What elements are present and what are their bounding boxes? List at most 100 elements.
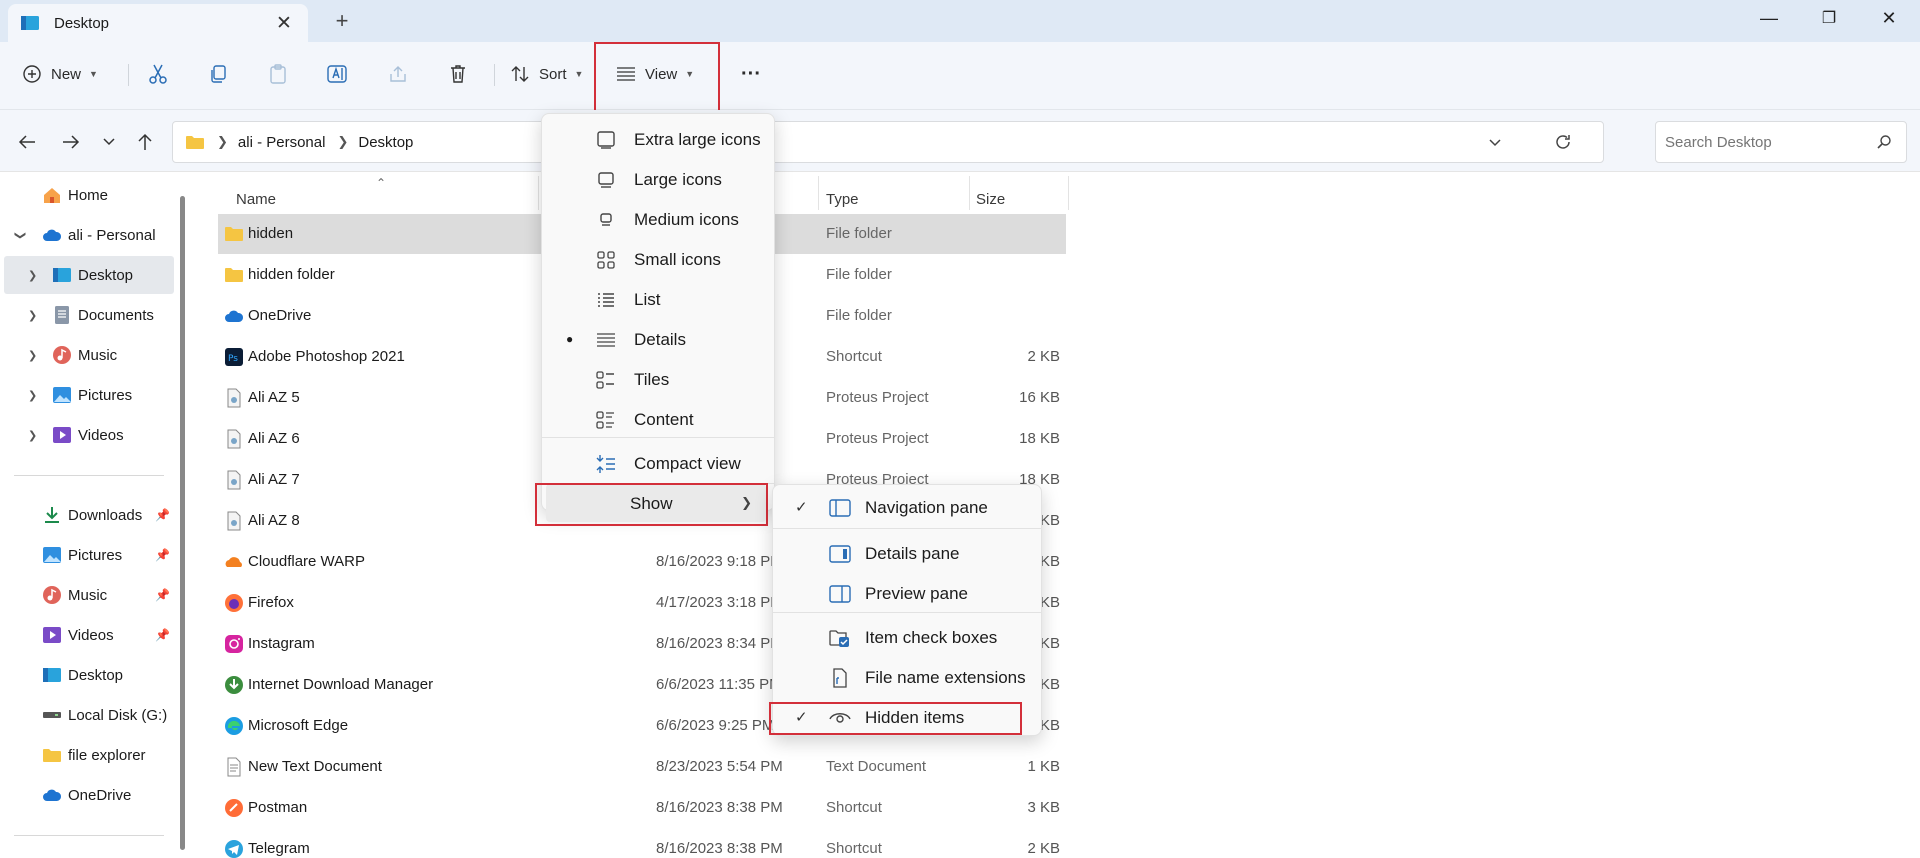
menu-item-preview-pane[interactable]: Preview pane — [777, 575, 1037, 613]
paste-button[interactable] — [264, 56, 292, 92]
chevron-down-icon: ▼ — [574, 69, 584, 79]
chevron-right-icon[interactable]: ❯ — [28, 349, 37, 362]
pin-icon[interactable]: 📌 — [155, 588, 170, 602]
file-name: Postman — [248, 799, 308, 816]
file-type: Proteus Project — [826, 430, 929, 447]
rename-button[interactable] — [324, 56, 352, 92]
copy-button[interactable] — [204, 56, 232, 92]
column-divider[interactable] — [1068, 176, 1069, 210]
menu-item-navigation-pane[interactable]: ✓ Navigation pane — [777, 489, 1037, 527]
quick-access-videos[interactable]: Videos 📌 — [0, 616, 174, 654]
tab-title: Desktop — [54, 14, 110, 32]
postman-icon — [225, 799, 243, 817]
menu-item-large-icons[interactable]: Large icons — [546, 160, 770, 198]
menu-item-details[interactable]: ● Details — [546, 320, 770, 358]
address-dropdown-icon[interactable] — [1487, 134, 1503, 154]
address-field[interactable]: ❯ ali - Personal ❯ Desktop — [172, 121, 1604, 163]
sidebar-item-label: Pictures — [68, 546, 123, 564]
sidebar-item-desktop[interactable]: ❯ Desktop — [4, 256, 174, 294]
column-header-size[interactable]: Size — [976, 184, 1005, 214]
rename-icon — [327, 65, 347, 83]
forward-button[interactable] — [58, 130, 84, 154]
file-date: 8/16/2023 9:18 PM — [656, 553, 783, 570]
tiles-icon — [596, 371, 614, 389]
restore-button[interactable]: ❐ — [1814, 6, 1844, 30]
content-icon — [596, 411, 614, 429]
menu-item-file-name-extensions[interactable]: File name extensions — [777, 659, 1037, 697]
chevron-right-icon[interactable]: ❯ — [28, 269, 37, 282]
column-divider[interactable] — [969, 176, 970, 210]
table-row[interactable]: Telegram 8/16/2023 8:38 PM Shortcut 2 KB — [218, 829, 1066, 858]
file-type: Text Document — [826, 758, 927, 775]
search-input[interactable] — [1665, 133, 1865, 151]
breadcrumb-desktop[interactable]: Desktop — [358, 134, 413, 151]
scissors-icon — [149, 64, 167, 84]
delete-button[interactable] — [444, 56, 472, 92]
table-row[interactable]: New Text Document 8/23/2023 5:54 PM Text… — [218, 747, 1066, 787]
refresh-icon[interactable] — [1553, 132, 1573, 156]
menu-item-small-icons[interactable]: Small icons — [546, 240, 770, 278]
recent-locations-button[interactable] — [96, 130, 122, 154]
downloads-icon — [45, 507, 59, 523]
quick-access-desktop[interactable]: Desktop — [0, 656, 174, 694]
file-icon — [227, 429, 241, 449]
sidebar-item-documents[interactable]: ❯ Documents — [0, 296, 174, 334]
share-button[interactable] — [384, 56, 412, 92]
chevron-right-icon[interactable]: ❯ — [28, 389, 37, 402]
menu-item-extra-large-icons[interactable]: Extra large icons — [546, 120, 770, 158]
large-icons-icon — [598, 172, 614, 188]
sidebar-item-music[interactable]: ❯ Music — [0, 336, 174, 374]
videos-icon — [53, 427, 71, 443]
sidebar-item-ali-personal[interactable]: ❯ ali - Personal — [0, 216, 174, 254]
chevron-expanded-icon[interactable]: ❯ — [14, 230, 27, 239]
menu-item-content[interactable]: Content — [546, 400, 770, 438]
menu-item-hidden-items[interactable]: ✓ Hidden items — [777, 699, 1037, 737]
column-header-type[interactable]: Type — [826, 184, 859, 214]
menu-item-medium-icons[interactable]: Medium icons — [546, 200, 770, 238]
quick-access-music[interactable]: Music 📌 — [0, 576, 174, 614]
new-button[interactable]: New ▼ — [22, 56, 98, 92]
search-icon[interactable] — [1876, 134, 1892, 154]
table-row[interactable]: Postman 8/16/2023 8:38 PM Shortcut 3 KB — [218, 788, 1066, 828]
quick-access-local-disk-g[interactable]: Local Disk (G:) — [0, 696, 174, 734]
music-icon — [53, 346, 71, 364]
pin-icon[interactable]: 📌 — [155, 548, 170, 562]
tab-desktop[interactable]: Desktop ✕ — [8, 4, 308, 42]
sidebar-item-home[interactable]: Home — [0, 176, 174, 214]
breadcrumb-ali-personal[interactable]: ali - Personal — [238, 134, 326, 151]
menu-item-label: Large icons — [634, 170, 722, 189]
new-tab-button[interactable]: + — [330, 8, 354, 34]
sort-button[interactable]: Sort ▼ — [510, 56, 583, 92]
quick-access-pictures[interactable]: Pictures 📌 — [0, 536, 174, 574]
menu-item-details-pane[interactable]: Details pane — [777, 535, 1037, 573]
menu-item-compact-view[interactable]: Compact view — [546, 444, 770, 482]
back-button[interactable] — [14, 130, 40, 154]
menu-item-list[interactable]: List — [546, 280, 770, 318]
sidebar-item-videos[interactable]: ❯ Videos — [0, 416, 174, 454]
close-button[interactable]: ✕ — [1874, 6, 1904, 30]
chevron-right-icon[interactable]: ❯ — [28, 309, 37, 322]
quick-access-downloads[interactable]: Downloads 📌 — [0, 496, 174, 534]
column-divider[interactable] — [818, 176, 819, 210]
arrow-left-icon — [18, 135, 35, 149]
pin-icon[interactable]: 📌 — [155, 508, 170, 522]
more-options-button[interactable]: ··· — [736, 56, 766, 92]
chevron-right-icon[interactable]: ❯ — [28, 429, 37, 442]
view-button[interactable]: View ▼ — [616, 56, 694, 92]
menu-item-item-check-boxes[interactable]: Item check boxes — [777, 619, 1037, 657]
cut-button[interactable] — [144, 56, 172, 92]
sidebar-item-pictures[interactable]: ❯ Pictures — [0, 376, 174, 414]
file-name: Microsoft Edge — [248, 717, 349, 734]
search-box[interactable] — [1655, 121, 1907, 163]
menu-item-tiles[interactable]: Tiles — [546, 360, 770, 398]
up-button[interactable] — [132, 130, 158, 154]
tab-close-icon[interactable]: ✕ — [272, 12, 296, 35]
quick-access-file-explorer[interactable]: file explorer — [0, 736, 174, 774]
sidebar-scrollbar[interactable] — [180, 196, 185, 850]
quick-access-onedrive[interactable]: OneDrive — [0, 776, 174, 814]
minimize-button[interactable]: — — [1754, 6, 1784, 30]
pin-icon[interactable]: 📌 — [155, 628, 170, 642]
column-divider[interactable] — [538, 176, 539, 210]
menu-item-show[interactable]: Show ❯ — [546, 484, 766, 522]
column-header-name[interactable]: Name — [236, 184, 276, 214]
